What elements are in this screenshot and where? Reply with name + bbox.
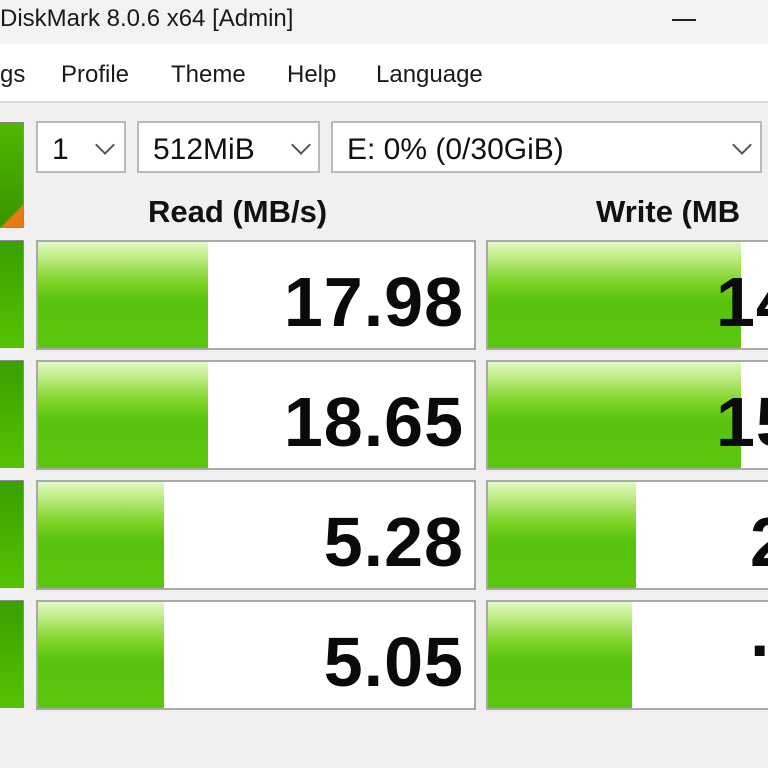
size-select[interactable]: 512MiB [137, 121, 320, 173]
read-result-2: 18.65 [36, 360, 476, 470]
chevron-down-icon [95, 135, 115, 155]
menu-bar: gs Profile Theme Help Language [0, 55, 768, 101]
read-bar [38, 602, 165, 708]
read-result-3: 5.28 [36, 480, 476, 590]
test-button-1[interactable] [0, 240, 24, 348]
read-value: 5.05 [323, 623, 464, 701]
test-button-2[interactable] [0, 360, 24, 468]
write-value: 2 [750, 502, 768, 582]
menu-help[interactable]: Help [287, 61, 336, 89]
write-header: Write (MB [596, 194, 741, 229]
write-bar [488, 362, 741, 468]
read-bar [38, 242, 209, 348]
read-result-4: 5.05 [36, 600, 476, 710]
write-bar [488, 242, 741, 348]
menu-theme[interactable]: Theme [171, 61, 246, 89]
write-result-1: 14 [486, 240, 768, 350]
read-bar [38, 482, 165, 588]
title-bar: DiskMark 8.0.6 x64 [Admin] [0, 0, 768, 44]
write-result-3: 2 [486, 480, 768, 590]
read-result-1: 17.98 [36, 240, 476, 350]
chevron-down-icon [291, 135, 311, 155]
size-value: 512MiB [153, 133, 255, 166]
test-button-3[interactable] [0, 480, 24, 588]
read-value: 18.65 [283, 383, 464, 461]
drive-value: E: 0% (0/30GiB) [347, 133, 564, 166]
write-value: ... [750, 602, 768, 672]
menu-language[interactable]: Language [376, 61, 483, 89]
window-title: DiskMark 8.0.6 x64 [Admin] [0, 5, 294, 32]
menu-settings[interactable]: gs [0, 61, 25, 89]
write-value: 15 [716, 383, 768, 461]
read-header: Read (MB/s) [148, 194, 328, 229]
write-result-4: ... [486, 600, 768, 710]
write-value: 14 [716, 263, 768, 341]
read-value: 17.98 [283, 263, 464, 341]
write-result-2: 15 [486, 360, 768, 470]
count-select[interactable]: 1 [36, 121, 126, 173]
read-bar [38, 362, 209, 468]
read-value: 5.28 [323, 503, 464, 581]
minimize-icon[interactable] [672, 19, 696, 21]
all-button[interactable] [0, 122, 24, 228]
count-value: 1 [52, 133, 69, 166]
chevron-down-icon [732, 135, 752, 155]
test-button-4[interactable] [0, 600, 24, 708]
write-bar [488, 602, 632, 708]
menu-profile[interactable]: Profile [61, 61, 129, 89]
write-column: 14 15 2 ... [486, 238, 768, 728]
corner-indicator-icon [1, 205, 23, 227]
drive-select[interactable]: E: 0% (0/30GiB) [331, 121, 762, 173]
write-bar [488, 482, 637, 588]
